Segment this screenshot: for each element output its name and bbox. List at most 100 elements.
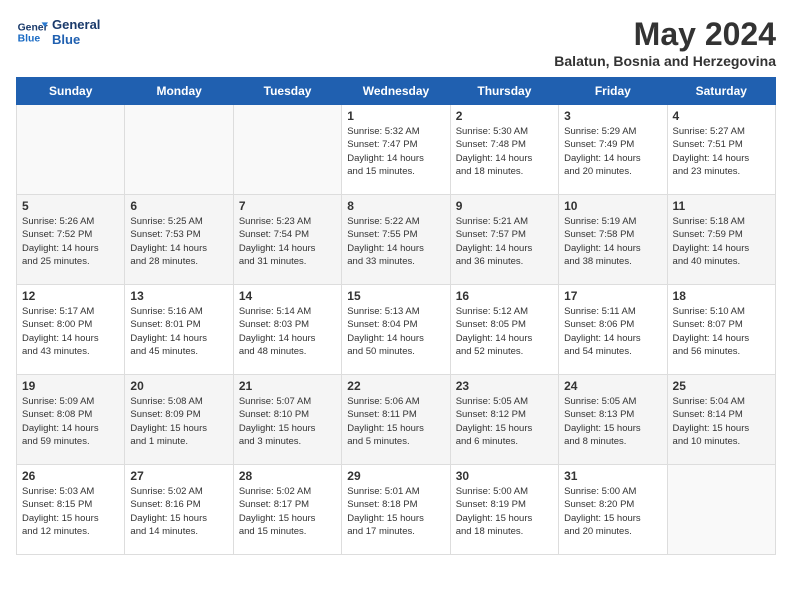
day-info: Sunrise: 5:19 AM Sunset: 7:58 PM Dayligh… xyxy=(564,215,661,268)
day-info: Sunrise: 5:08 AM Sunset: 8:09 PM Dayligh… xyxy=(130,395,227,448)
calendar-cell: 6 Sunrise: 5:25 AM Sunset: 7:53 PM Daylig… xyxy=(125,195,233,285)
day-number: 4 xyxy=(673,109,770,123)
day-number: 16 xyxy=(456,289,553,303)
day-number: 12 xyxy=(22,289,119,303)
day-info: Sunrise: 5:01 AM Sunset: 8:18 PM Dayligh… xyxy=(347,485,444,538)
day-info: Sunrise: 5:30 AM Sunset: 7:48 PM Dayligh… xyxy=(456,125,553,178)
calendar-body: 1Sunrise: 5:32 AM Sunset: 7:47 PM Daylig… xyxy=(17,105,776,555)
calendar-cell: 19Sunrise: 5:09 AM Sunset: 8:08 PM Dayli… xyxy=(17,375,125,465)
day-info: Sunrise: 5:22 AM Sunset: 7:55 PM Dayligh… xyxy=(347,215,444,268)
day-info: Sunrise: 5:25 AM Sunset: 7:53 PM Dayligh… xyxy=(130,215,227,268)
day-number: 23 xyxy=(456,379,553,393)
header-day-wednesday: Wednesday xyxy=(342,78,450,105)
calendar-cell: 29 Sunrise: 5:01 AM Sunset: 8:18 PM Dayli… xyxy=(342,465,450,555)
calendar-cell xyxy=(17,105,125,195)
calendar-cell: 31 Sunrise: 5:00 AM Sunset: 8:20 PM Dayli… xyxy=(559,465,667,555)
day-info: Sunrise: 5:27 AM Sunset: 7:51 PM Dayligh… xyxy=(673,125,770,178)
day-info: Sunrise: 5:02 AM Sunset: 8:16 PM Dayligh… xyxy=(130,485,227,538)
day-info: Sunrise: 5:07 AM Sunset: 8:10 PM Dayligh… xyxy=(239,395,336,448)
calendar-cell: 17Sunrise: 5:11 AM Sunset: 8:06 PM Dayli… xyxy=(559,285,667,375)
calendar-cell xyxy=(667,465,775,555)
day-number: 20 xyxy=(130,379,227,393)
day-info: Sunrise: 5:16 AM Sunset: 8:01 PM Dayligh… xyxy=(130,305,227,358)
day-number: 5 xyxy=(22,199,119,213)
week-row-0: 1Sunrise: 5:32 AM Sunset: 7:47 PM Daylig… xyxy=(17,105,776,195)
location-subtitle: Balatun, Bosnia and Herzegovina xyxy=(554,53,776,69)
calendar-cell xyxy=(233,105,341,195)
day-info: Sunrise: 5:04 AM Sunset: 8:14 PM Dayligh… xyxy=(673,395,770,448)
page-header: General Blue General Blue May 2024 Balat… xyxy=(16,16,776,69)
week-row-1: 5 Sunrise: 5:26 AM Sunset: 7:52 PM Daylig… xyxy=(17,195,776,285)
day-info: Sunrise: 5:00 AM Sunset: 8:19 PM Dayligh… xyxy=(456,485,553,538)
logo-blue: Blue xyxy=(52,32,100,47)
calendar-header: SundayMondayTuesdayWednesdayThursdayFrid… xyxy=(17,78,776,105)
day-number: 26 xyxy=(22,469,119,483)
day-info: Sunrise: 5:13 AM Sunset: 8:04 PM Dayligh… xyxy=(347,305,444,358)
day-number: 10 xyxy=(564,199,661,213)
calendar-cell: 18Sunrise: 5:10 AM Sunset: 8:07 PM Dayli… xyxy=(667,285,775,375)
calendar-cell: 23 Sunrise: 5:05 AM Sunset: 8:12 PM Dayli… xyxy=(450,375,558,465)
calendar-cell: 21 Sunrise: 5:07 AM Sunset: 8:10 PM Dayli… xyxy=(233,375,341,465)
calendar-cell: 1Sunrise: 5:32 AM Sunset: 7:47 PM Daylig… xyxy=(342,105,450,195)
header-day-friday: Friday xyxy=(559,78,667,105)
day-number: 31 xyxy=(564,469,661,483)
day-info: Sunrise: 5:11 AM Sunset: 8:06 PM Dayligh… xyxy=(564,305,661,358)
calendar-cell: 30 Sunrise: 5:00 AM Sunset: 8:19 PM Dayli… xyxy=(450,465,558,555)
calendar-cell: 22Sunrise: 5:06 AM Sunset: 8:11 PM Dayli… xyxy=(342,375,450,465)
header-day-tuesday: Tuesday xyxy=(233,78,341,105)
day-number: 29 xyxy=(347,469,444,483)
calendar-cell: 4 Sunrise: 5:27 AM Sunset: 7:51 PM Daylig… xyxy=(667,105,775,195)
calendar-cell: 16Sunrise: 5:12 AM Sunset: 8:05 PM Dayli… xyxy=(450,285,558,375)
calendar-cell: 26 Sunrise: 5:03 AM Sunset: 8:15 PM Dayli… xyxy=(17,465,125,555)
day-info: Sunrise: 5:29 AM Sunset: 7:49 PM Dayligh… xyxy=(564,125,661,178)
day-info: Sunrise: 5:26 AM Sunset: 7:52 PM Dayligh… xyxy=(22,215,119,268)
logo-icon: General Blue xyxy=(16,16,48,48)
day-number: 27 xyxy=(130,469,227,483)
week-row-4: 26 Sunrise: 5:03 AM Sunset: 8:15 PM Dayli… xyxy=(17,465,776,555)
day-info: Sunrise: 5:09 AM Sunset: 8:08 PM Dayligh… xyxy=(22,395,119,448)
day-number: 11 xyxy=(673,199,770,213)
svg-text:Blue: Blue xyxy=(18,34,41,45)
calendar-cell: 2 Sunrise: 5:30 AM Sunset: 7:48 PM Daylig… xyxy=(450,105,558,195)
day-info: Sunrise: 5:00 AM Sunset: 8:20 PM Dayligh… xyxy=(564,485,661,538)
calendar-cell: 28Sunrise: 5:02 AM Sunset: 8:17 PM Dayli… xyxy=(233,465,341,555)
day-number: 30 xyxy=(456,469,553,483)
day-info: Sunrise: 5:02 AM Sunset: 8:17 PM Dayligh… xyxy=(239,485,336,538)
calendar-cell: 7 Sunrise: 5:23 AM Sunset: 7:54 PM Daylig… xyxy=(233,195,341,285)
header-day-sunday: Sunday xyxy=(17,78,125,105)
day-info: Sunrise: 5:14 AM Sunset: 8:03 PM Dayligh… xyxy=(239,305,336,358)
day-number: 2 xyxy=(456,109,553,123)
calendar-cell: 13Sunrise: 5:16 AM Sunset: 8:01 PM Dayli… xyxy=(125,285,233,375)
calendar-cell: 10 Sunrise: 5:19 AM Sunset: 7:58 PM Dayli… xyxy=(559,195,667,285)
day-number: 25 xyxy=(673,379,770,393)
day-info: Sunrise: 5:05 AM Sunset: 8:12 PM Dayligh… xyxy=(456,395,553,448)
day-info: Sunrise: 5:10 AM Sunset: 8:07 PM Dayligh… xyxy=(673,305,770,358)
calendar-cell: 25 Sunrise: 5:04 AM Sunset: 8:14 PM Dayli… xyxy=(667,375,775,465)
calendar-cell: 5 Sunrise: 5:26 AM Sunset: 7:52 PM Daylig… xyxy=(17,195,125,285)
day-info: Sunrise: 5:03 AM Sunset: 8:15 PM Dayligh… xyxy=(22,485,119,538)
day-info: Sunrise: 5:17 AM Sunset: 8:00 PM Dayligh… xyxy=(22,305,119,358)
day-number: 15 xyxy=(347,289,444,303)
calendar-cell: 14Sunrise: 5:14 AM Sunset: 8:03 PM Dayli… xyxy=(233,285,341,375)
day-number: 3 xyxy=(564,109,661,123)
header-row: SundayMondayTuesdayWednesdayThursdayFrid… xyxy=(17,78,776,105)
calendar-cell: 11Sunrise: 5:18 AM Sunset: 7:59 PM Dayli… xyxy=(667,195,775,285)
calendar-cell: 27 Sunrise: 5:02 AM Sunset: 8:16 PM Dayli… xyxy=(125,465,233,555)
title-block: May 2024 Balatun, Bosnia and Herzegovina xyxy=(554,16,776,69)
day-number: 7 xyxy=(239,199,336,213)
day-number: 9 xyxy=(456,199,553,213)
day-number: 1 xyxy=(347,109,444,123)
week-row-3: 19Sunrise: 5:09 AM Sunset: 8:08 PM Dayli… xyxy=(17,375,776,465)
day-number: 6 xyxy=(130,199,227,213)
logo: General Blue General Blue xyxy=(16,16,100,48)
calendar-cell: 8Sunrise: 5:22 AM Sunset: 7:55 PM Daylig… xyxy=(342,195,450,285)
header-day-thursday: Thursday xyxy=(450,78,558,105)
day-info: Sunrise: 5:23 AM Sunset: 7:54 PM Dayligh… xyxy=(239,215,336,268)
day-number: 21 xyxy=(239,379,336,393)
header-day-monday: Monday xyxy=(125,78,233,105)
calendar-cell xyxy=(125,105,233,195)
calendar-cell: 9Sunrise: 5:21 AM Sunset: 7:57 PM Daylig… xyxy=(450,195,558,285)
header-day-saturday: Saturday xyxy=(667,78,775,105)
calendar-cell: 15 Sunrise: 5:13 AM Sunset: 8:04 PM Dayli… xyxy=(342,285,450,375)
calendar-table: SundayMondayTuesdayWednesdayThursdayFrid… xyxy=(16,77,776,555)
